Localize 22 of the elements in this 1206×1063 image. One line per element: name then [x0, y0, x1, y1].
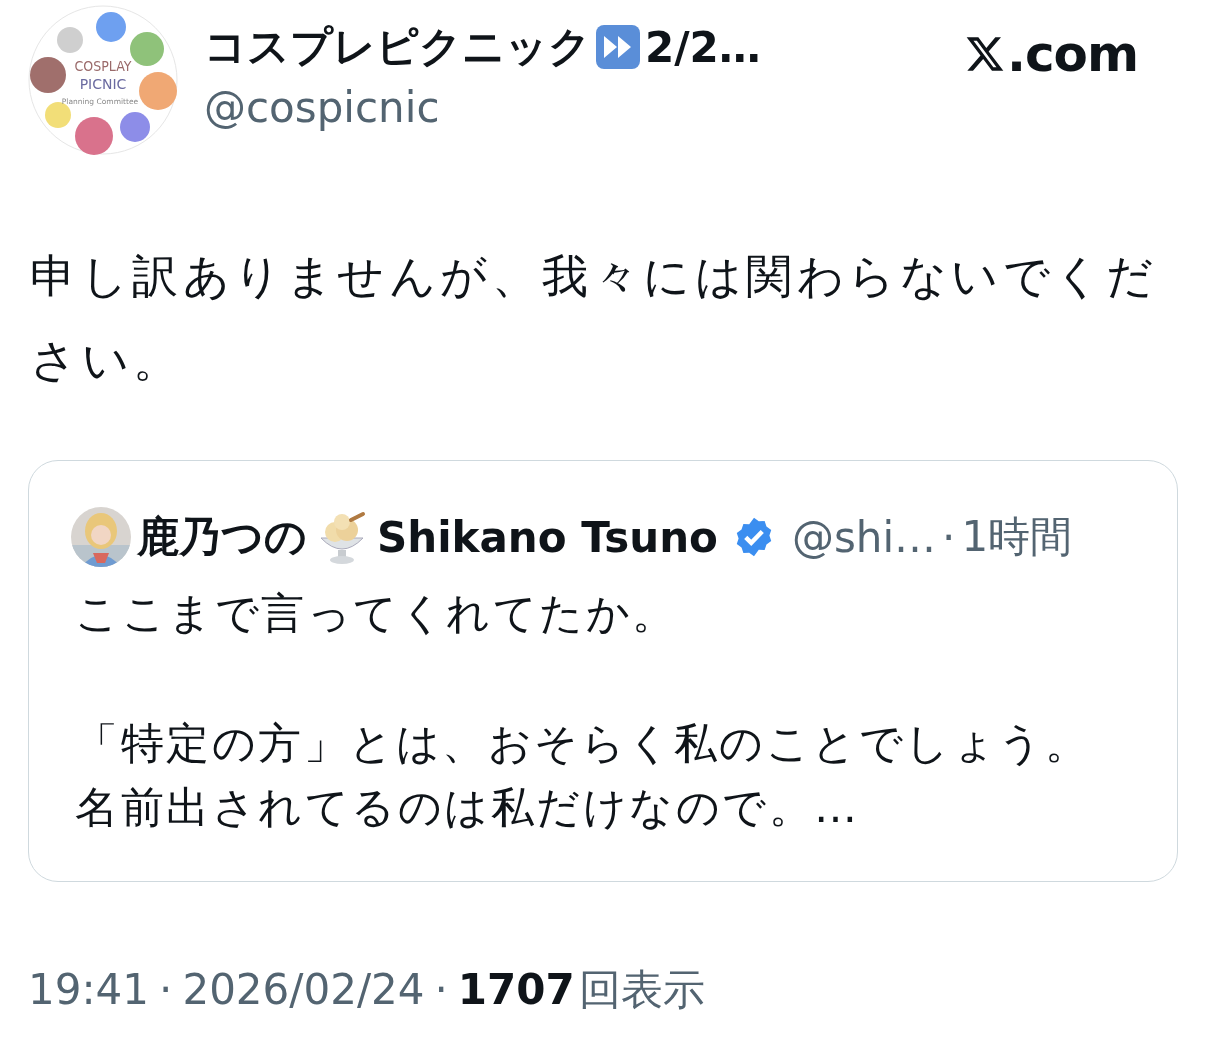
post-time: 19:41 [28, 965, 150, 1014]
user-handle[interactable]: @cospicnic [204, 83, 440, 132]
separator: · [159, 965, 173, 1014]
quoted-display-name-latin[interactable]: Shikano Tsuno [377, 512, 718, 562]
separator: · [434, 965, 448, 1014]
x-logo-icon [964, 34, 1005, 74]
post-text: 申し訳ありませんが、我々には関わらないでください。 [30, 248, 1158, 389]
separator: · [942, 512, 956, 562]
quoted-text-line: 「特定の方」とは、おそらく私のことでしょう。 [75, 717, 1090, 770]
site-domain: .com [1006, 25, 1138, 83]
quoted-time: 1時間 [961, 511, 1073, 563]
fast-forward-icon [595, 24, 641, 70]
quoted-display-name[interactable]: 鹿乃つの [137, 509, 307, 565]
display-name[interactable]: コスプレピクニック [204, 19, 591, 75]
display-name-suffix[interactable]: 2/2… [645, 22, 761, 72]
post-date: 2026/02/24 [182, 965, 425, 1014]
quoted-text-line: 名前出されてるのは私だけなので。… [75, 781, 860, 834]
view-count: 1707 [457, 965, 575, 1014]
quoted-text-line: ここまで言ってくれてたか。 [75, 587, 678, 640]
view-label: 回表示 [578, 964, 705, 1016]
quoted-handle[interactable]: @shi… [791, 512, 937, 562]
quoted-post-card[interactable]: 鹿乃つの Shikano Tsuno @shi…·1時間 ここまで言ってくれてたか。 「特定の方」とは、おそらく私のことでしょう。 名前出されてるのは私だけなので。… [28, 460, 1178, 882]
